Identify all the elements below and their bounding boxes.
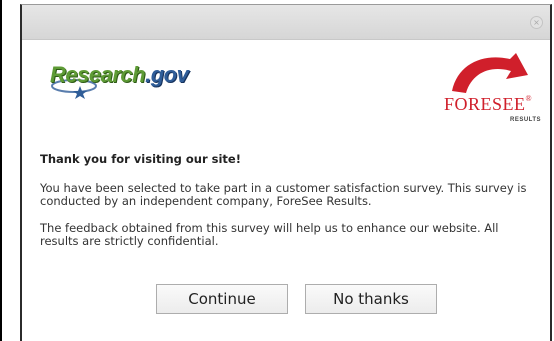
research-gov-wordmark: Research.gov: [50, 62, 189, 88]
close-icon[interactable]: ×: [530, 16, 543, 29]
no-thanks-button[interactable]: No thanks: [305, 284, 437, 314]
foresee-wordmark: FORESEE®: [444, 94, 532, 115]
red-arrow-icon: [452, 53, 528, 93]
research-word: Research: [50, 62, 146, 87]
foresee-results-logo: FORESEE® RESULTS: [444, 51, 544, 127]
dialog-content: Thank you for visiting our site! You hav…: [40, 152, 540, 262]
survey-dialog: × Research.gov FORESEE® RESULTS Thank yo…: [20, 4, 552, 341]
confidentiality-text: The feedback obtained from this survey w…: [40, 221, 499, 248]
page-edge: [0, 0, 2, 341]
survey-invitation-text: You have been selected to take part in a…: [40, 181, 527, 208]
gov-word: .gov: [145, 62, 189, 87]
dialog-heading: Thank you for visiting our site!: [40, 152, 241, 166]
trademark-symbol: ®: [525, 94, 533, 103]
research-gov-logo: Research.gov: [50, 60, 200, 100]
foresee-results-subtitle: RESULTS: [510, 117, 542, 123]
continue-button[interactable]: Continue: [156, 284, 288, 314]
foresee-word: FORESEE: [444, 94, 526, 114]
dialog-titlebar: ×: [22, 5, 550, 40]
